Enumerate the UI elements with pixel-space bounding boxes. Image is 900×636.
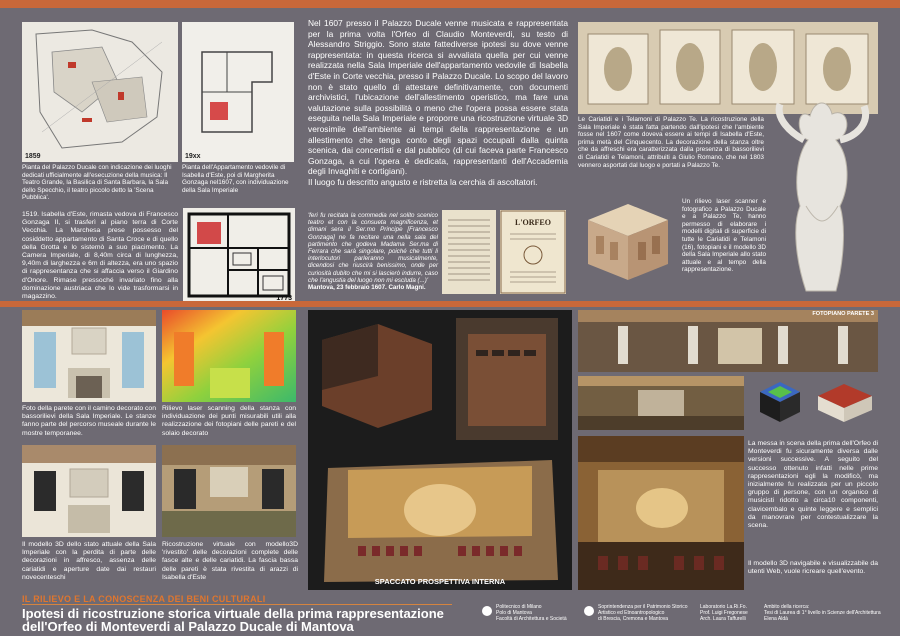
panorama-photo — [578, 376, 744, 430]
intro-text: Nel 1607 presso il Palazzo Ducale venne … — [308, 18, 568, 188]
fireplace-wall-photo — [22, 310, 156, 402]
book-cover-decoration — [500, 210, 566, 294]
caryatid-drawing — [775, 102, 869, 292]
section-text: IL RILIEVO E LA CONOSCENZA DEI BENI CULT… — [22, 594, 266, 604]
orfeo-stage-render — [578, 436, 744, 590]
wall-photo-drawing — [22, 310, 156, 402]
modello-attuale-caption: Il modello 3D dello stato attuale della … — [22, 541, 156, 581]
room-3d-model-dark: SPACCATO PROSPETTIVA INTERNA — [308, 310, 572, 590]
soprintendenza-line-3: di Brescia, Cremona e Mantova — [598, 616, 669, 622]
reconstruction-drawing — [162, 445, 296, 537]
isabella-text: 1519. Isabella d'Este, rimasta vedova di… — [22, 211, 178, 301]
rilievo-laser-caption: Rilievo laser scanning della stanza con … — [162, 405, 296, 437]
ambito-line-3: Elena Aldà — [764, 616, 788, 622]
laboratorio-line-3: Arch. Laura Taffurelli — [700, 616, 746, 622]
spaccato-label: SPACCATO PROSPETTIVA INTERNA — [374, 577, 506, 586]
room-3d-drawing — [308, 310, 572, 590]
plan-year: 19xx — [185, 153, 201, 160]
soprintendenza-logo — [584, 606, 594, 616]
heatmap-drawing — [162, 310, 296, 402]
laser-scan-heatmap — [162, 310, 296, 402]
appartamento-plan-19xx: 19xx — [182, 22, 294, 162]
section-underline — [22, 604, 452, 605]
quote-text: 'feri fu recitata la commedia nel solito… — [308, 212, 438, 284]
ricostruzione-caption: Ricostruzione virtuale con modello3D 'ri… — [162, 541, 298, 581]
fotopiano-label: FOTOPIANO PARETE 3 — [812, 311, 874, 317]
stage-view-3d — [812, 376, 878, 426]
map-1859-caption: Pianta del Palazzo Ducale con indicazion… — [22, 164, 172, 202]
quote-source: Mantova, 23 febbraio 1607. Carlo Magni. — [308, 284, 426, 292]
plan-1773: 1773 — [183, 208, 295, 303]
model-current-drawing — [22, 445, 156, 537]
orfeo-book-cover: L'ORFEO — [500, 210, 566, 294]
stage-render-drawing — [578, 436, 744, 590]
virtual-reconstruction — [162, 445, 296, 537]
scan-3d-drawing — [752, 376, 804, 426]
panorama-drawing — [578, 376, 744, 430]
map-drawing — [22, 22, 178, 162]
laboratorio-block: Laboratorio La.Ri.Fo. Prof. Luigi Fregon… — [700, 604, 760, 622]
manuscript-image — [442, 210, 496, 294]
laser-scan-model — [578, 196, 674, 284]
model-cube-drawing — [588, 204, 668, 280]
intro-tail: Il luogo fu descritto angusto e ristrett… — [308, 176, 538, 187]
messa-in-scena-text: La messa in scena della prima dell'Orfeo… — [748, 440, 878, 530]
fotopiano-wall-strip: FOTOPIANO PARETE 3 — [578, 310, 878, 372]
manuscript-drawing — [442, 210, 496, 294]
plan-1773-drawing — [183, 208, 295, 303]
caryatid-statue — [766, 96, 878, 301]
middle-band — [0, 301, 900, 307]
modello-web-text: Il modello 3D navigabile e visualizzabil… — [748, 560, 878, 576]
stage-3d-drawing — [812, 376, 878, 426]
poster-title: Ipotesi di ricostruzione storica virtual… — [22, 607, 472, 633]
scan-view-3d — [752, 376, 804, 426]
map-year: 1859 — [25, 153, 41, 160]
title-line-2: dell'Orfeo di Monteverdi al Palazzo Duca… — [22, 619, 354, 634]
polimi-line-3: Facoltà di Architettura e Società — [496, 616, 567, 622]
top-band — [0, 0, 900, 8]
rilievo-caption: Un rilievo laser scanner e fotografico a… — [682, 198, 766, 274]
fotopiano-drawing — [578, 310, 878, 372]
plan-drawing — [182, 22, 294, 162]
polimi-logo — [482, 606, 492, 616]
section-label: IL RILIEVO E LA CONOSCENZA DEI BENI CULT… — [22, 594, 452, 604]
cariatidi-caption: Le Cariatidi e i Telamoni di Palazzo Te.… — [578, 116, 764, 169]
intro-paragraph: Nel 1607 presso il Palazzo Ducale venne … — [308, 18, 568, 177]
plan-19xx-caption: Pianta dell'Appartamento vedovile di Isa… — [182, 164, 289, 194]
ambito-block: Ambito della ricerca: Tesi di Laurea di … — [764, 604, 884, 622]
foto-parete-caption: Foto della parete con il camino decorato… — [22, 405, 156, 437]
model-current-state — [22, 445, 156, 537]
palazzo-ducale-map-1859: 1859 — [22, 22, 178, 162]
polimi-block: Politecnico di Milano Polo di Mantova Fa… — [496, 604, 572, 622]
letter-quote: 'feri fu recitata la commedia nel solito… — [308, 212, 438, 291]
soprintendenza-block: Soprintendenza per il Patrimonio Storico… — [598, 604, 690, 622]
